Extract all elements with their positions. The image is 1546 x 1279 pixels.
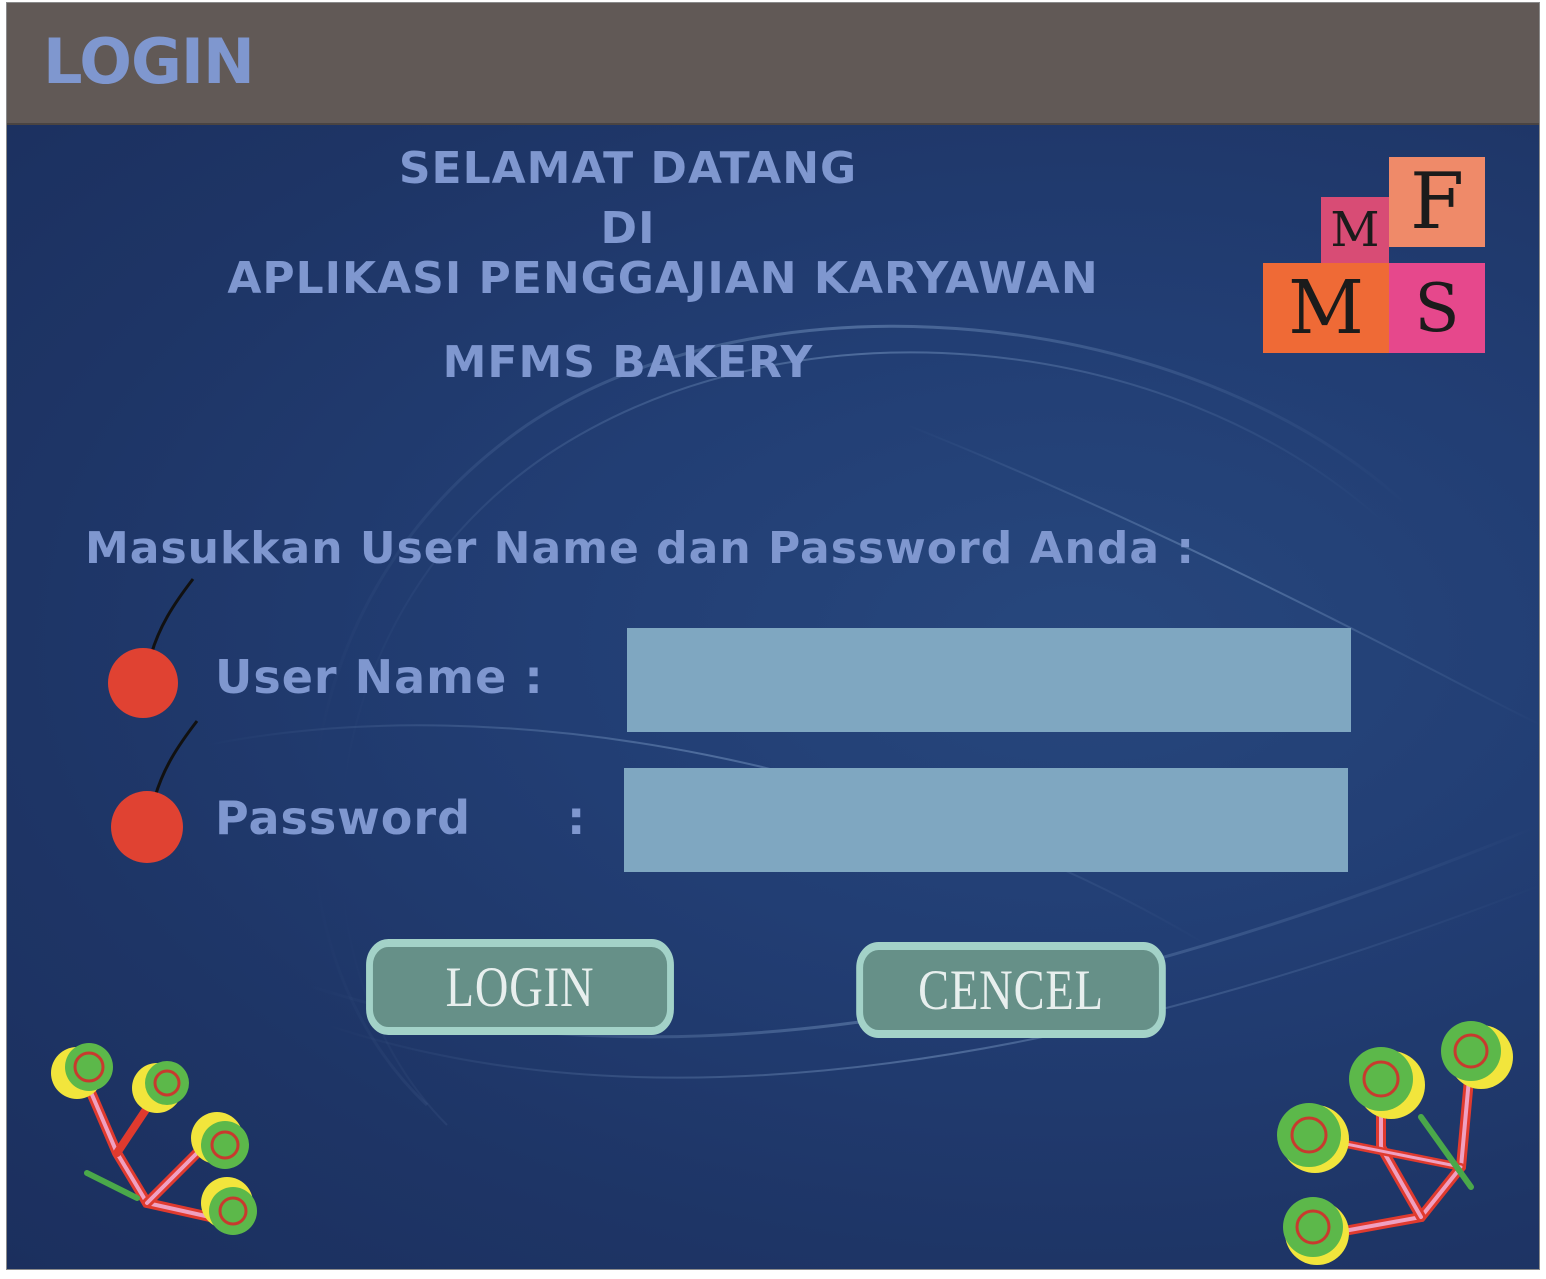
password-colon: : bbox=[567, 791, 586, 845]
app-name: APLIKASI PENGGAJIAN KARYAWAN bbox=[227, 253, 1099, 304]
login-button[interactable]: LOGIN bbox=[366, 939, 674, 1035]
username-input[interactable] bbox=[627, 628, 1351, 732]
logo-letter-f: F bbox=[1389, 157, 1485, 247]
title-bar: LOGIN bbox=[7, 3, 1539, 125]
login-panel: SELAMAT DATANG DI APLIKASI PENGGAJIAN KA… bbox=[7, 125, 1539, 1269]
login-button-label: LOGIN bbox=[445, 955, 595, 1019]
welcome-di: DI bbox=[600, 203, 656, 254]
cancel-button[interactable]: CENCEL bbox=[856, 942, 1166, 1038]
mfms-logo: F M M S bbox=[1263, 157, 1485, 353]
password-label: Password bbox=[215, 791, 471, 845]
logo-letter-m-large: M bbox=[1263, 263, 1389, 353]
company-name: MFMS BAKERY bbox=[442, 337, 814, 388]
username-label: User Name : bbox=[215, 650, 544, 704]
cherry-bullet-icon bbox=[111, 720, 199, 863]
login-prompt: Masukkan User Name dan Password Anda : bbox=[85, 523, 1195, 574]
password-input[interactable] bbox=[624, 768, 1348, 872]
welcome-title: SELAMAT DATANG bbox=[398, 143, 858, 194]
cherry-bullet-icon bbox=[108, 578, 195, 718]
login-window: LOGIN SELAMAT DATANG DI APLIKASI PENGGAJ… bbox=[6, 2, 1540, 1270]
window-title: LOGIN bbox=[43, 25, 255, 98]
logo-letter-m-small: M bbox=[1321, 197, 1389, 263]
flower-decoration-right-icon bbox=[1277, 1021, 1513, 1265]
flower-decoration-left-icon bbox=[51, 1043, 257, 1235]
logo-letter-s: S bbox=[1389, 263, 1485, 353]
cancel-button-label: CENCEL bbox=[918, 958, 1104, 1022]
